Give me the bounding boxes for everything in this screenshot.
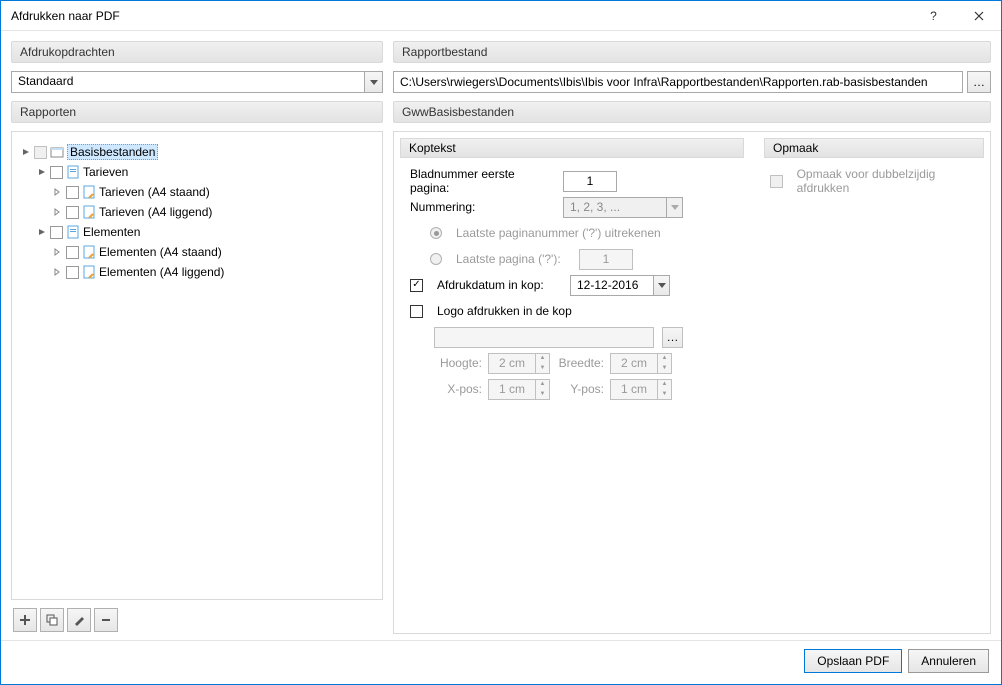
tree-tarieven-a4l[interactable]: Tarieven (A4 liggend) bbox=[20, 202, 374, 222]
koptekst-header: Koptekst bbox=[400, 138, 744, 158]
tree-label: Elementen (A4 liggend) bbox=[99, 265, 224, 279]
radio-laatste-pagina bbox=[430, 253, 442, 265]
close-button[interactable] bbox=[956, 1, 1001, 31]
afdrukopdrachten-value: Standaard bbox=[12, 72, 364, 92]
breedte-label: Breedte: bbox=[556, 356, 604, 370]
radio-uitrekenen-label: Laatste paginanummer ('?') uitrekenen bbox=[456, 226, 661, 240]
tree-toolbar bbox=[11, 608, 383, 634]
checkbox[interactable] bbox=[50, 226, 63, 239]
tree-root-label: Basisbestanden bbox=[67, 144, 158, 160]
opslaan-pdf-button[interactable]: Opslaan PDF bbox=[804, 649, 902, 673]
afdrukopdrachten-dropdown[interactable]: Standaard bbox=[11, 71, 383, 93]
checkbox[interactable] bbox=[66, 246, 79, 259]
checkbox[interactable] bbox=[50, 166, 63, 179]
section-afdrukopdrachten: Afdrukopdrachten bbox=[11, 41, 383, 63]
opmaak-header: Opmaak bbox=[764, 138, 984, 158]
chevron-down-icon bbox=[666, 198, 682, 217]
settings-panel: Koptekst Bladnummer eerste pagina: Numme… bbox=[393, 131, 991, 634]
afdrukdatum-value: 12-12-2016 bbox=[571, 276, 653, 295]
tree-label: Tarieven (A4 staand) bbox=[99, 185, 210, 199]
ypos-label: Y-pos: bbox=[556, 382, 604, 396]
tree-label: Elementen bbox=[83, 225, 140, 239]
add-button[interactable] bbox=[13, 608, 37, 632]
radio-uitrekenen bbox=[430, 227, 442, 239]
report-icon bbox=[81, 264, 97, 280]
dubbelzijdig-checkbox bbox=[770, 175, 783, 188]
radio-laatste-pagina-label: Laatste pagina ('?'): bbox=[456, 252, 571, 266]
document-icon bbox=[65, 224, 81, 240]
tree-label: Tarieven bbox=[83, 165, 128, 179]
tree-root[interactable]: Basisbestanden bbox=[20, 142, 374, 162]
expand-icon[interactable] bbox=[20, 146, 32, 158]
xpos-input: ▲▼ bbox=[488, 379, 550, 400]
report-icon bbox=[81, 244, 97, 260]
tree-tarieven[interactable]: Tarieven bbox=[20, 162, 374, 182]
afdrukdatum-label: Afdrukdatum in kop: bbox=[437, 278, 562, 292]
expand-icon[interactable] bbox=[36, 166, 48, 178]
expand-icon[interactable] bbox=[36, 226, 48, 238]
logo-path-input bbox=[434, 327, 654, 348]
nummering-select[interactable]: 1, 2, 3, ... bbox=[563, 197, 683, 218]
title-bar: Afdrukken naar PDF ? bbox=[1, 1, 1001, 31]
help-button[interactable]: ? bbox=[911, 1, 956, 31]
document-icon bbox=[65, 164, 81, 180]
copy-button[interactable] bbox=[40, 608, 64, 632]
checkbox[interactable] bbox=[66, 186, 79, 199]
tree-elementen-a4s[interactable]: Elementen (A4 staand) bbox=[20, 242, 374, 262]
remove-button[interactable] bbox=[94, 608, 118, 632]
logo-checkbox[interactable] bbox=[410, 305, 423, 318]
breedte-input: ▲▼ bbox=[610, 353, 672, 374]
expand-icon[interactable] bbox=[52, 246, 64, 258]
chevron-down-icon bbox=[364, 72, 382, 92]
section-gww: GwwBasisbestanden bbox=[393, 101, 991, 123]
section-rapporten: Rapporten bbox=[11, 101, 383, 123]
rapportbestand-path-input[interactable] bbox=[393, 71, 963, 93]
report-icon bbox=[81, 184, 97, 200]
report-icon bbox=[81, 204, 97, 220]
tree-label: Tarieven (A4 liggend) bbox=[99, 205, 212, 219]
dubbelzijdig-label: Opmaak voor dubbelzijdig afdrukken bbox=[797, 167, 984, 195]
edit-button[interactable] bbox=[67, 608, 91, 632]
browse-button[interactable]: … bbox=[967, 71, 991, 93]
nummering-label: Nummering: bbox=[410, 200, 555, 214]
afdrukdatum-input[interactable]: 12-12-2016 bbox=[570, 275, 670, 296]
xpos-label: X-pos: bbox=[434, 382, 482, 396]
window-title: Afdrukken naar PDF bbox=[11, 9, 911, 23]
folder-icon bbox=[49, 144, 65, 160]
chevron-down-icon bbox=[653, 276, 669, 295]
expand-icon[interactable] bbox=[52, 206, 64, 218]
checkbox[interactable] bbox=[66, 206, 79, 219]
logo-label: Logo afdrukken in de kop bbox=[437, 304, 572, 318]
tree-panel: Basisbestanden Tarieven Tarieven (A4 sta… bbox=[11, 131, 383, 600]
tree-elementen[interactable]: Elementen bbox=[20, 222, 374, 242]
laatste-pagina-input bbox=[579, 249, 633, 270]
tree-label: Elementen (A4 staand) bbox=[99, 245, 222, 259]
tree-tarieven-a4s[interactable]: Tarieven (A4 staand) bbox=[20, 182, 374, 202]
footer: Opslaan PDF Annuleren bbox=[1, 640, 1001, 680]
nummering-value: 1, 2, 3, ... bbox=[564, 198, 666, 217]
ypos-input: ▲▼ bbox=[610, 379, 672, 400]
checkbox[interactable] bbox=[34, 146, 47, 159]
expand-icon[interactable] bbox=[52, 186, 64, 198]
expand-icon[interactable] bbox=[52, 266, 64, 278]
browse-logo-button: … bbox=[662, 327, 683, 348]
hoogte-label: Hoogte: bbox=[434, 356, 482, 370]
afdrukdatum-checkbox[interactable] bbox=[410, 279, 423, 292]
section-rapportbestand: Rapportbestand bbox=[393, 41, 991, 63]
bladnummer-label: Bladnummer eerste pagina: bbox=[410, 167, 555, 195]
bladnummer-input[interactable] bbox=[563, 171, 617, 192]
checkbox[interactable] bbox=[66, 266, 79, 279]
hoogte-input: ▲▼ bbox=[488, 353, 550, 374]
tree-elementen-a4l[interactable]: Elementen (A4 liggend) bbox=[20, 262, 374, 282]
annuleren-button[interactable]: Annuleren bbox=[908, 649, 989, 673]
